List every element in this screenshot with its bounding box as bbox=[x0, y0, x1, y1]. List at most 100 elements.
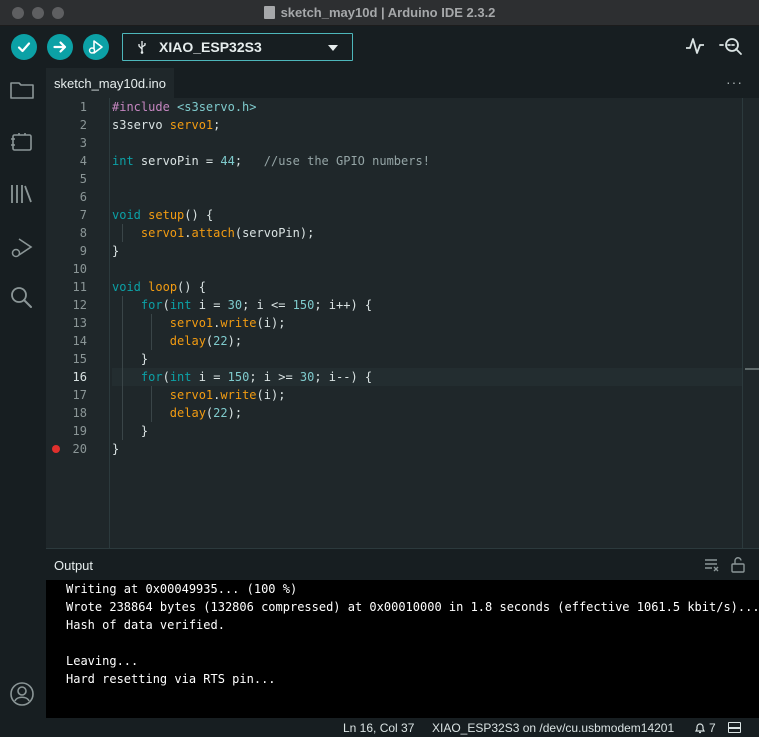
bell-icon bbox=[695, 723, 705, 734]
line-number: 17 bbox=[72, 388, 87, 402]
indent-guide bbox=[151, 314, 152, 332]
debug-play-icon bbox=[88, 40, 103, 54]
indent-guide bbox=[151, 386, 152, 404]
line-number: 3 bbox=[79, 136, 87, 150]
code-line[interactable]: int servoPin = 44; //use the GPIO number… bbox=[112, 152, 430, 170]
code-line[interactable]: delay(22); bbox=[112, 404, 242, 422]
search-icon bbox=[11, 287, 32, 308]
code-line[interactable]: delay(22); bbox=[112, 332, 242, 350]
indent-guide bbox=[122, 350, 123, 368]
magnifier-dots-icon bbox=[719, 38, 742, 55]
sidebar-item-boards-manager[interactable] bbox=[8, 128, 36, 156]
line-number: 8 bbox=[79, 226, 87, 240]
arrow-right-icon bbox=[53, 41, 67, 53]
code-line[interactable]: void loop() { bbox=[112, 278, 206, 296]
notification-count: 7 bbox=[709, 721, 716, 735]
line-number-gutter[interactable]: 1 2 3 4 5 6 7 8 9 10 11 12 13 14 15 16 17 18 19 20 bbox=[46, 98, 110, 548]
line-number: 20 bbox=[72, 442, 87, 456]
line-number: 9 bbox=[79, 244, 87, 258]
code-line[interactable]: void setup() { bbox=[112, 206, 213, 224]
code-line[interactable]: for(int i = 150; i >= 30; i--) { bbox=[112, 368, 372, 386]
breakpoint-icon[interactable] bbox=[52, 445, 60, 453]
line-number: 18 bbox=[72, 406, 87, 420]
board-selector[interactable]: XIAO_ESP32S3 bbox=[122, 33, 353, 61]
line-number: 5 bbox=[79, 172, 87, 186]
sidebar-item-debug[interactable] bbox=[8, 234, 36, 262]
serial-monitor-button[interactable] bbox=[718, 36, 744, 61]
verify-button[interactable] bbox=[11, 34, 37, 60]
indent-guide bbox=[122, 224, 123, 242]
code-line[interactable]: servo1.attach(servoPin); bbox=[112, 224, 314, 242]
code-line[interactable]: } bbox=[112, 422, 148, 440]
sidebar-item-account[interactable] bbox=[8, 680, 36, 708]
code-area[interactable]: #include <s3servo.h> s3servo servo1; int s… bbox=[112, 98, 742, 548]
tab-label: sketch_may10d.ino bbox=[54, 76, 167, 91]
maximize-window-button[interactable] bbox=[52, 7, 64, 19]
status-bar: Ln 16, Col 37 XIAO_ESP32S3 on /dev/cu.us… bbox=[0, 718, 759, 737]
debug-icon bbox=[11, 238, 33, 258]
indent-guide bbox=[122, 422, 123, 440]
indent-guide bbox=[122, 296, 123, 314]
sidebar-item-library-manager[interactable] bbox=[8, 180, 36, 208]
output-line: Writing at 0x00049935... (100 %) bbox=[66, 582, 298, 596]
code-line[interactable]: servo1.write(i); bbox=[112, 386, 286, 404]
clear-list-icon[interactable] bbox=[704, 557, 720, 573]
line-number: 14 bbox=[72, 334, 87, 348]
code-line[interactable]: servo1.write(i); bbox=[112, 314, 286, 332]
editor-tab-bar: sketch_may10d.ino ··· bbox=[46, 68, 759, 98]
line-number: 15 bbox=[72, 352, 87, 366]
indent-guide bbox=[151, 404, 152, 422]
close-window-button[interactable] bbox=[12, 7, 24, 19]
line-number: 19 bbox=[72, 424, 87, 438]
panel-toggle-icon[interactable] bbox=[728, 722, 741, 733]
line-number: 10 bbox=[72, 262, 87, 276]
tab-sketch-file[interactable]: sketch_may10d.ino bbox=[46, 68, 175, 98]
output-line: Hard resetting via RTS pin... bbox=[66, 672, 276, 686]
code-line[interactable]: s3servo servo1; bbox=[112, 116, 220, 134]
code-line[interactable]: for(int i = 30; i <= 150; i++) { bbox=[112, 296, 372, 314]
code-line[interactable]: } bbox=[112, 440, 119, 458]
line-number: 4 bbox=[79, 154, 87, 168]
sidebar-item-search[interactable] bbox=[8, 284, 36, 312]
board-name: XIAO_ESP32S3 bbox=[159, 39, 262, 55]
line-number: 11 bbox=[72, 280, 87, 294]
activity-bar bbox=[0, 68, 46, 719]
output-console[interactable]: Writing at 0x00049935... (100 %) Wrote 23… bbox=[46, 580, 759, 718]
board-icon bbox=[11, 133, 32, 151]
tab-more-button[interactable]: ··· bbox=[726, 74, 743, 90]
line-number: 2 bbox=[79, 118, 87, 132]
sidebar-item-sketchbook[interactable] bbox=[8, 76, 36, 104]
debug-button[interactable] bbox=[83, 34, 109, 60]
indent-guide bbox=[151, 332, 152, 350]
serial-plotter-button[interactable] bbox=[684, 36, 706, 61]
output-line: Hash of data verified. bbox=[66, 618, 225, 632]
cursor-position[interactable]: Ln 16, Col 37 bbox=[343, 721, 414, 735]
line-number: 16 bbox=[72, 370, 87, 384]
check-icon bbox=[17, 42, 31, 53]
chevron-down-icon bbox=[328, 45, 338, 51]
code-line[interactable]: } bbox=[112, 350, 148, 368]
board-port-status[interactable]: XIAO_ESP32S3 on /dev/cu.usbmodem14201 bbox=[432, 721, 674, 735]
window-controls[interactable] bbox=[12, 7, 64, 19]
code-line[interactable]: } bbox=[112, 242, 119, 260]
window-title: sketch_may10d | Arduino IDE 2.3.2 bbox=[280, 5, 496, 20]
output-panel-header: Output bbox=[46, 548, 759, 580]
title-bar: sketch_may10d | Arduino IDE 2.3.2 bbox=[0, 0, 759, 26]
upload-button[interactable] bbox=[47, 34, 73, 60]
notifications-button[interactable]: 7 bbox=[694, 721, 716, 735]
pulse-icon bbox=[686, 38, 704, 54]
indent-guide bbox=[122, 404, 123, 422]
unlock-icon[interactable] bbox=[730, 557, 746, 573]
line-number: 1 bbox=[79, 100, 87, 114]
toolbar: XIAO_ESP32S3 bbox=[0, 26, 759, 68]
document-icon bbox=[263, 6, 275, 19]
indent-guide bbox=[122, 332, 123, 350]
line-number: 7 bbox=[79, 208, 87, 222]
code-line[interactable]: #include <s3servo.h> bbox=[112, 98, 257, 116]
indent-guide bbox=[122, 368, 123, 386]
minimize-window-button[interactable] bbox=[32, 7, 44, 19]
folder-icon bbox=[10, 82, 34, 99]
editor-scrollbar-track[interactable] bbox=[742, 98, 743, 548]
line-number: 6 bbox=[79, 190, 87, 204]
code-editor[interactable]: 1 2 3 4 5 6 7 8 9 10 11 12 13 14 15 16 17 18 19 20 #include… bbox=[46, 98, 759, 548]
